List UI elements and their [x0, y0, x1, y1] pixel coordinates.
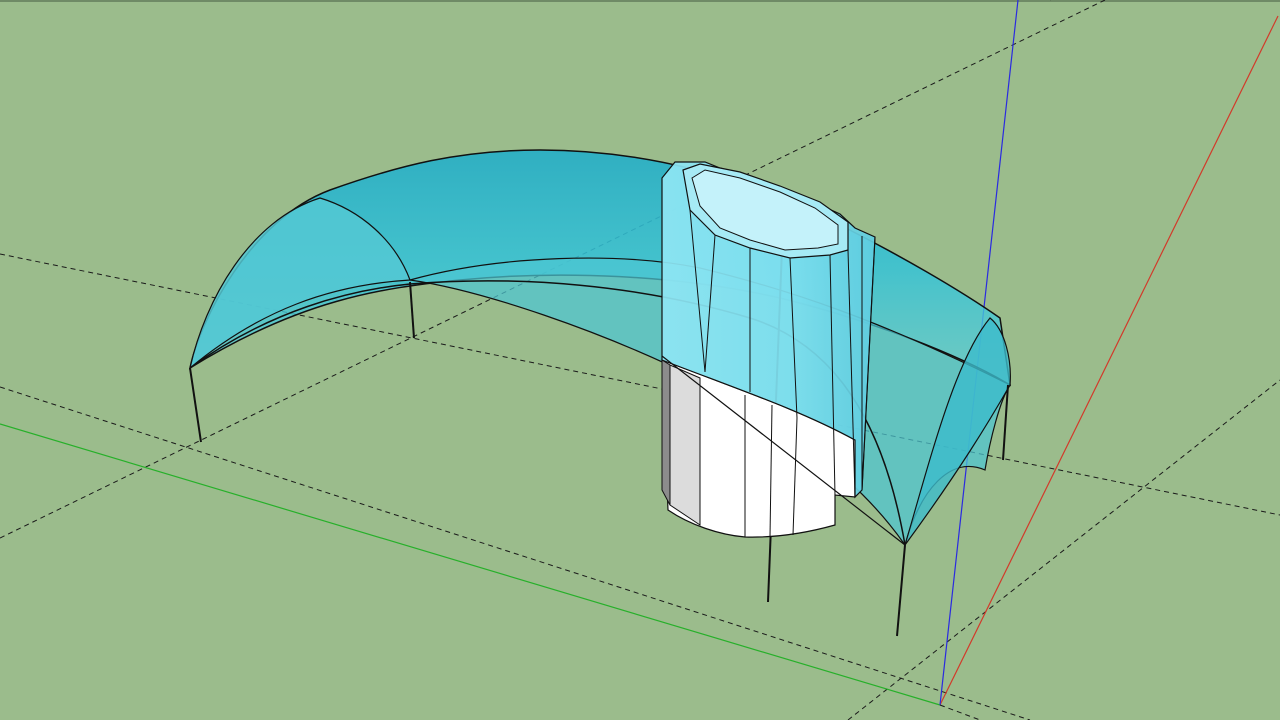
support-leg — [409, 281, 415, 339]
scene[interactable] — [0, 0, 1280, 720]
modeling-viewport[interactable] — [0, 0, 1280, 720]
tube-side-shade — [669, 364, 701, 526]
tube-shadow-edge — [661, 359, 671, 506]
guide-line — [939, 704, 981, 720]
viewport-top-border — [0, 0, 1280, 2]
support-leg — [189, 367, 202, 443]
canopy-surface[interactable] — [188, 149, 1011, 547]
support-leg — [896, 544, 906, 637]
